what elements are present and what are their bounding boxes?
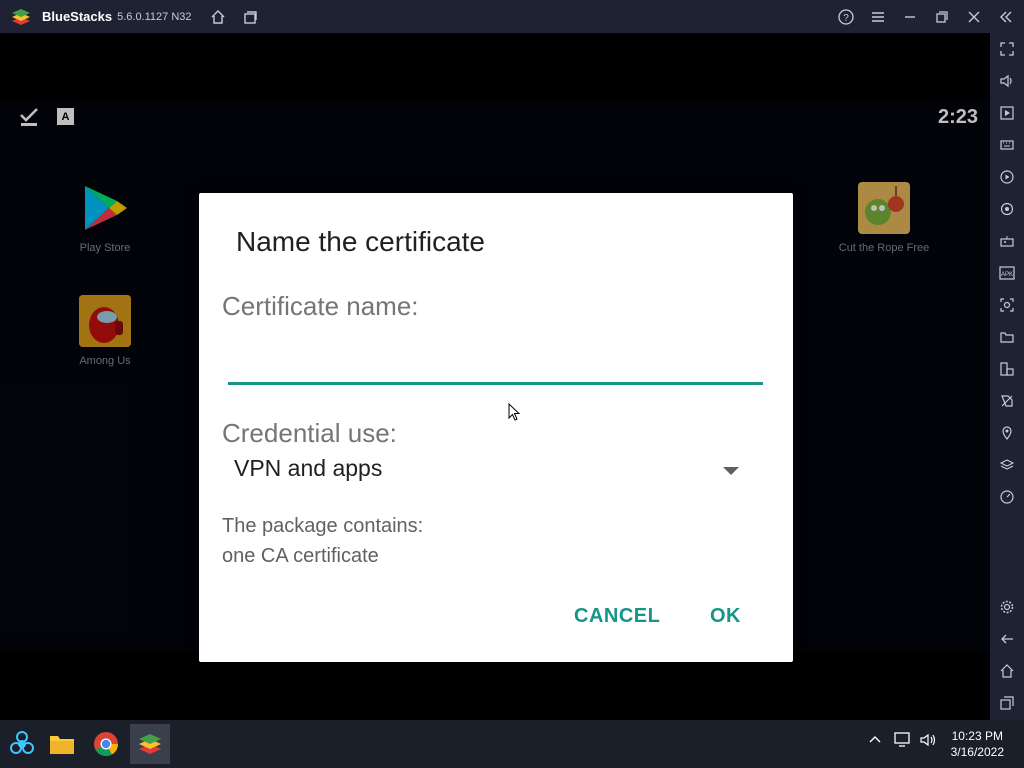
bluestacks-logo-icon <box>10 6 32 28</box>
title-bar: BlueStacks 5.6.0.1127 N32 ? <box>0 0 1024 33</box>
credential-use-select[interactable]: VPN and apps <box>234 455 749 489</box>
keyboard-icon[interactable] <box>995 133 1019 157</box>
back-icon[interactable] <box>995 627 1019 651</box>
location-icon[interactable] <box>995 421 1019 445</box>
rotate-icon[interactable] <box>995 197 1019 221</box>
package-info-line2: one CA certificate <box>222 545 379 567</box>
start-button-icon[interactable] <box>2 724 42 764</box>
package-info: The package contains: one CA certificate <box>222 511 423 571</box>
tray-overflow-chevron-icon[interactable] <box>868 732 882 749</box>
file-explorer-icon[interactable] <box>42 724 82 764</box>
android-home-icon[interactable] <box>995 659 1019 683</box>
restore-icon[interactable] <box>929 4 955 30</box>
app-version: 5.6.0.1127 N32 <box>117 10 192 23</box>
bluestacks-taskbar-icon[interactable] <box>130 724 170 764</box>
macro-play-icon[interactable] <box>995 165 1019 189</box>
system-time: 10:23 PM <box>951 729 1003 743</box>
taskbar: 10:23 PM 3/16/2022 <box>0 720 1024 768</box>
certificate-name-label: Certificate name: <box>222 291 419 321</box>
system-date: 3/16/2022 <box>950 745 1004 759</box>
ok-button[interactable]: OK <box>710 605 741 628</box>
fullscreen-icon[interactable] <box>995 37 1019 61</box>
multi-instance-icon[interactable] <box>237 4 263 30</box>
apk-install-icon[interactable]: APK <box>995 261 1019 285</box>
screenshot-icon[interactable] <box>995 293 1019 317</box>
dialog-title: Name the certificate <box>236 226 485 257</box>
credential-use-label: Credential use: <box>222 418 397 448</box>
android-home-screen: A 2:23 Play Store Among Us Cut the Rope … <box>0 99 990 662</box>
right-sidebar: APK <box>990 33 1024 720</box>
menu-icon[interactable] <box>865 4 891 30</box>
mouse-cursor-icon <box>508 403 521 421</box>
app-name: BlueStacks <box>42 9 113 24</box>
media-icon[interactable] <box>995 101 1019 125</box>
package-info-line1: The package contains: <box>222 515 424 537</box>
close-icon[interactable] <box>961 4 987 30</box>
home-icon[interactable] <box>205 4 231 30</box>
performance-icon[interactable] <box>995 485 1019 509</box>
settings-icon[interactable] <box>995 595 1019 619</box>
multi-window-icon[interactable] <box>995 357 1019 381</box>
volume-icon[interactable] <box>995 69 1019 93</box>
name-certificate-dialog: Name the certificate Certificate name: C… <box>199 193 793 662</box>
svg-text:APK: APK <box>1001 272 1013 278</box>
collapse-sidebar-icon[interactable] <box>993 4 1019 30</box>
chrome-icon[interactable] <box>86 724 126 764</box>
cancel-button[interactable]: CANCEL <box>574 605 660 628</box>
svg-text:?: ? <box>843 13 849 24</box>
help-icon[interactable]: ? <box>833 4 859 30</box>
eco-mode-icon[interactable] <box>995 389 1019 413</box>
speaker-icon[interactable] <box>920 732 938 751</box>
dropdown-arrow-icon[interactable] <box>723 467 739 475</box>
gamepad-icon[interactable] <box>995 229 1019 253</box>
layers-icon[interactable] <box>995 453 1019 477</box>
minimize-icon[interactable] <box>897 4 923 30</box>
system-clock[interactable]: 10:23 PM 3/16/2022 <box>951 728 1004 760</box>
emulator-screen: A 2:23 Play Store Among Us Cut the Rope … <box>0 33 990 720</box>
network-icon[interactable] <box>894 732 912 751</box>
certificate-name-input[interactable] <box>228 333 763 385</box>
recent-apps-icon[interactable] <box>995 691 1019 715</box>
folder-icon[interactable] <box>995 325 1019 349</box>
